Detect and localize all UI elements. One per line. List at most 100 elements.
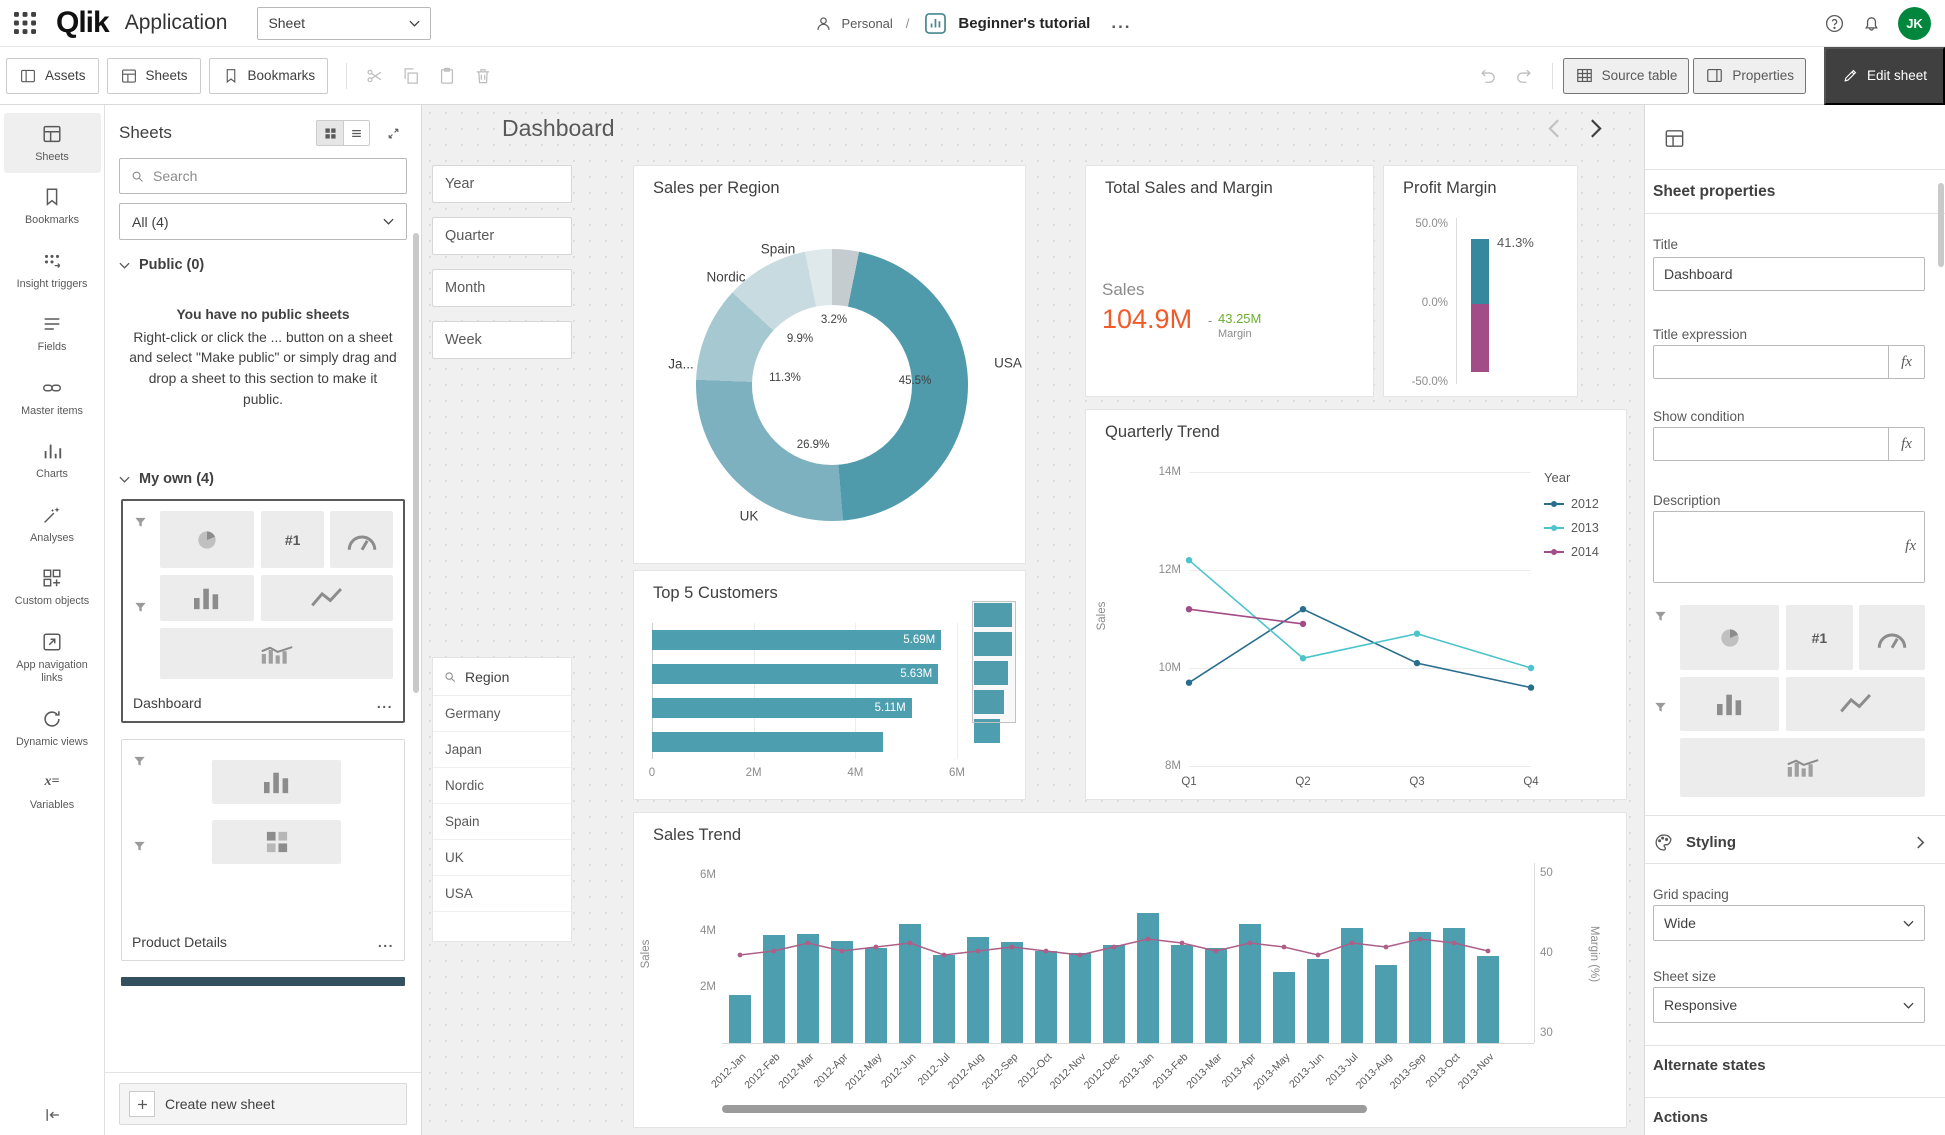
sidebar-item-master-items[interactable]: Master items <box>4 367 101 427</box>
fx-button[interactable]: fx <box>1905 538 1916 555</box>
sidebar-item-variables[interactable]: x=Variables <box>4 761 101 821</box>
paste-button[interactable] <box>430 59 464 93</box>
chart-profit-margin[interactable]: Profit Margin 50.0%0.0%-50.0%41.3% <box>1383 165 1578 397</box>
title-expression-input[interactable] <box>1654 346 1888 378</box>
chart-quarterly-trend[interactable]: Quarterly Trend Sales 14M12M10M8MQ1Q2Q3Q… <box>1085 409 1627 800</box>
sidebar-item-fields[interactable]: Fields <box>4 303 101 363</box>
listbox-item-japan[interactable]: Japan <box>433 732 571 768</box>
fx-button[interactable]: fx <box>1888 428 1924 460</box>
sidebar-item-dynamic-views[interactable]: Dynamic views <box>4 698 101 758</box>
listbox-item-uk[interactable]: UK <box>433 840 571 876</box>
listbox-item-spain[interactable]: Spain <box>433 804 571 840</box>
styling-section[interactable]: Styling <box>1653 821 1925 863</box>
next-sheet-button[interactable] <box>1590 119 1614 143</box>
listbox-item-usa[interactable]: USA <box>433 876 571 912</box>
grid-view-button[interactable] <box>316 120 343 146</box>
avatar[interactable]: JK <box>1898 7 1931 40</box>
minimap-window[interactable] <box>972 601 1016 723</box>
scroll-minimap[interactable] <box>972 601 1016 759</box>
actions-section[interactable]: Actions <box>1653 1109 1708 1126</box>
create-new-sheet-button[interactable]: Create new sheet <box>119 1083 407 1125</box>
sidebar-item-bookmarks[interactable]: Bookmarks <box>4 176 101 236</box>
bell-icon[interactable] <box>1861 13 1882 34</box>
listbox-region[interactable]: Region GermanyJapanNordicSpainUKUSA <box>432 657 572 942</box>
expand-panel-button[interactable] <box>380 120 407 146</box>
section-my-own[interactable]: My own (4) <box>105 454 421 493</box>
help-icon[interactable] <box>1824 13 1845 34</box>
sidebar-item-app-navigation-links[interactable]: App navigation links <box>4 621 101 695</box>
filter-quarter[interactable]: Quarter <box>432 217 572 255</box>
sidebar-item-sheets[interactable]: Sheets <box>4 113 101 173</box>
bar[interactable]: 5.11M <box>652 698 912 718</box>
sheet-thumbnail-selector[interactable]: #1 <box>1653 605 1925 797</box>
positive-bar[interactable] <box>1471 239 1489 304</box>
chart-top-5-customers[interactable]: Top 5 Customers 5.69M5.63M5.11M02M4M6M <box>633 570 1026 800</box>
sheet-card-product-details[interactable]: Product Details ... <box>121 739 405 961</box>
alternate-states-section[interactable]: Alternate states <box>1653 1057 1766 1074</box>
filter-pane-icon <box>133 600 148 615</box>
app-launcher-icon[interactable] <box>14 12 36 34</box>
horizontal-scrollbar[interactable] <box>722 1105 1367 1113</box>
redo-button[interactable] <box>1507 59 1541 93</box>
sidebar-item-analyses[interactable]: Analyses <box>4 494 101 554</box>
sidebar-item-charts[interactable]: Charts <box>4 430 101 490</box>
bar[interactable]: 5.69M <box>652 630 941 650</box>
sheet-menu-icon[interactable]: ... <box>378 934 394 950</box>
delete-button[interactable] <box>466 59 500 93</box>
bar[interactable] <box>652 732 883 752</box>
listbox-item-nordic[interactable]: Nordic <box>433 768 571 804</box>
donut-label: Nordic <box>706 270 745 285</box>
sheet-selector[interactable]: Sheet <box>257 7 431 40</box>
legend-item-2012[interactable]: 2012 <box>1544 497 1599 511</box>
filter-month[interactable]: Month <box>432 269 572 307</box>
sheet-size-select[interactable]: Responsive <box>1653 987 1925 1023</box>
filter-pane-icon <box>132 839 147 854</box>
document-title[interactable]: Beginner's tutorial <box>958 15 1090 32</box>
sheet-menu-icon[interactable]: ... <box>377 695 393 711</box>
listbox-item-germany[interactable]: Germany <box>433 696 571 732</box>
show-condition-input[interactable] <box>1654 428 1888 460</box>
sheet-thumbnail <box>122 740 404 928</box>
panel-scrollbar[interactable] <box>413 233 419 693</box>
sidebar-item-custom-objects[interactable]: Custom objects <box>4 557 101 617</box>
collapse-rail-button[interactable] <box>0 1105 105 1125</box>
section-public[interactable]: Public (0) <box>105 240 421 279</box>
sheet-properties-icon[interactable] <box>1663 127 1686 150</box>
source-table-button[interactable]: Source table <box>1563 58 1690 94</box>
legend-item-2013[interactable]: 2013 <box>1544 521 1599 535</box>
legend-item-2014[interactable]: 2014 <box>1544 545 1599 559</box>
listbox-header[interactable]: Region <box>433 658 571 696</box>
plus-icon <box>136 1098 149 1111</box>
next-sheet-card-partial[interactable] <box>121 977 405 986</box>
search-input[interactable] <box>153 168 396 184</box>
sheets-button[interactable]: Sheets <box>107 58 201 94</box>
bookmarks-button[interactable]: Bookmarks <box>209 58 329 94</box>
edit-sheet-button[interactable]: Edit sheet <box>1824 47 1945 105</box>
sidebar-item-insight-triggers[interactable]: Insight triggers <box>4 240 101 300</box>
undo-button[interactable] <box>1471 59 1505 93</box>
sheet-title-input[interactable] <box>1654 258 1924 290</box>
sheet-card-dashboard[interactable]: #1 Dashboard ... <box>121 499 405 723</box>
cut-button[interactable] <box>358 59 392 93</box>
more-menu-icon[interactable]: ... <box>1111 13 1131 33</box>
personal-label[interactable]: Personal <box>841 16 892 31</box>
sheets-filter-dropdown[interactable]: All (4) <box>119 203 407 240</box>
description-input[interactable] <box>1654 512 1924 582</box>
chart-sales-trend[interactable]: Sales Trend Sales Margin (%) 6M4M2M50403… <box>633 812 1627 1128</box>
negative-bar[interactable] <box>1471 304 1489 372</box>
filter-year[interactable]: Year <box>432 165 572 203</box>
bar[interactable]: 5.63M <box>652 664 938 684</box>
panel-scrollbar[interactable] <box>1938 183 1944 267</box>
grid-spacing-select[interactable]: Wide <box>1653 905 1925 941</box>
dynamic-views-icon <box>41 708 63 730</box>
kpi-total-sales-and-margin[interactable]: Total Sales and Margin Sales 104.9M - 43… <box>1085 165 1374 397</box>
properties-button[interactable]: Properties <box>1693 58 1806 94</box>
sheets-panel-title: Sheets <box>119 123 316 143</box>
copy-button[interactable] <box>394 59 428 93</box>
filter-week[interactable]: Week <box>432 321 572 359</box>
list-view-button[interactable] <box>343 120 370 146</box>
assets-button[interactable]: Assets <box>6 58 99 94</box>
y-axis-tick: 0.0% <box>1398 297 1448 309</box>
fx-button[interactable]: fx <box>1888 346 1924 378</box>
chart-sales-per-region[interactable]: Sales per Region USA45.5%UK26.9%Ja...11.… <box>633 165 1026 564</box>
